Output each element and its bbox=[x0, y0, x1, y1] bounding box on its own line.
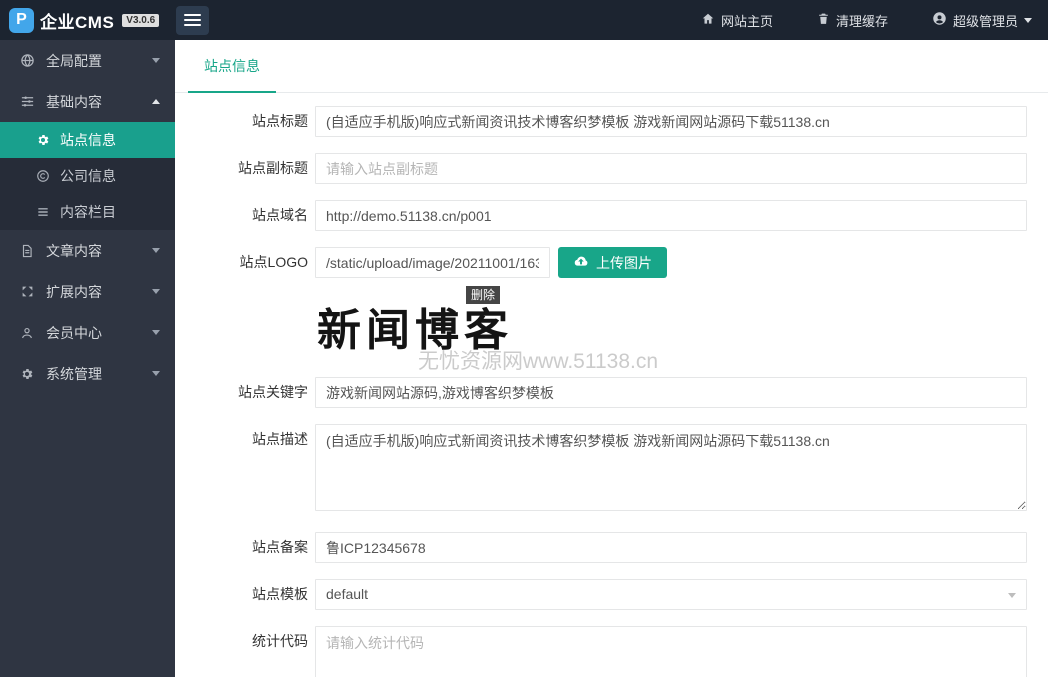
sidebar-item-site-info[interactable]: 站点信息 bbox=[0, 122, 175, 158]
gear-icon bbox=[19, 367, 35, 381]
site-logo-path-input[interactable] bbox=[315, 247, 550, 278]
sidebar-item-member-center[interactable]: 会员中心 bbox=[0, 312, 175, 353]
sliders-icon bbox=[19, 94, 35, 109]
form-row-site-domain: 站点域名 bbox=[175, 200, 1048, 231]
sidebar-submenu: 站点信息 公司信息 内容栏目 bbox=[0, 122, 175, 230]
chevron-down-icon bbox=[1008, 593, 1016, 598]
sidebar-item-basic-content[interactable]: 基础内容 bbox=[0, 81, 175, 122]
field-label: 站点域名 bbox=[252, 207, 308, 223]
form-row-stats-code: 统计代码 bbox=[175, 626, 1048, 677]
sidebar: 全局配置 基础内容 站点信息 公司信息 内容栏目 文章内容 扩展内容 会员中心 … bbox=[0, 40, 175, 677]
brand-name: 企业CMS bbox=[40, 12, 115, 32]
sidebar-item-label: 内容栏目 bbox=[60, 204, 116, 220]
sidebar-item-label: 会员中心 bbox=[46, 324, 102, 341]
field-label: 站点标题 bbox=[252, 113, 308, 129]
home-icon bbox=[701, 12, 715, 29]
form-row-site-title: 站点标题 bbox=[175, 106, 1048, 137]
sidebar-item-label: 站点信息 bbox=[60, 132, 116, 148]
chevron-down-icon bbox=[1024, 17, 1032, 23]
site-info-form: 站点标题 站点副标题 站点域名 站点LOGO bbox=[175, 93, 1048, 677]
site-logo-preview: 删除 新闻博客 无忧资源网www.51138.cn bbox=[315, 284, 835, 373]
site-description-textarea[interactable]: (自适应手机版)响应式新闻资讯技术博客织梦模板 游戏新闻网站源码下载51138.… bbox=[315, 424, 1027, 511]
globe-icon bbox=[19, 53, 35, 68]
admin-label: 超级管理员 bbox=[952, 13, 1018, 29]
cloud-upload-icon bbox=[573, 253, 589, 272]
list-icon bbox=[35, 205, 50, 219]
pbootcms-logo-icon: P bbox=[9, 7, 34, 33]
form-row-site-icp: 站点备案 bbox=[175, 532, 1048, 563]
form-row-site-description: 站点描述 (自适应手机版)响应式新闻资讯技术博客织梦模板 游戏新闻网站源码下载5… bbox=[175, 424, 1048, 516]
topbar: P 企业CMS V3.0.6 网站主页 清理缓存 超级管理员 bbox=[0, 0, 1048, 40]
tab-bar: 站点信息 bbox=[175, 40, 1048, 93]
field-label: 站点LOGO bbox=[239, 254, 308, 270]
logo-watermark-text: 无忧资源网www.51138.cn bbox=[418, 350, 659, 373]
upload-image-label: 上传图片 bbox=[596, 254, 652, 271]
sidebar-item-system-management[interactable]: 系统管理 bbox=[0, 353, 175, 394]
sidebar-item-label: 基础内容 bbox=[46, 93, 102, 110]
site-template-select[interactable]: default bbox=[315, 579, 1027, 610]
field-label: 站点关键字 bbox=[238, 384, 308, 400]
brand[interactable]: P 企业CMS V3.0.6 bbox=[0, 7, 172, 33]
version-badge: V3.0.6 bbox=[122, 13, 160, 27]
chevron-down-icon bbox=[152, 248, 160, 253]
gear-icon bbox=[35, 133, 50, 147]
site-home-label: 网站主页 bbox=[720, 13, 773, 29]
form-row-site-keywords: 站点关键字 bbox=[175, 377, 1048, 408]
admin-dropdown[interactable]: 超级管理员 bbox=[932, 11, 1032, 30]
document-icon bbox=[19, 244, 35, 258]
expand-icon bbox=[19, 285, 35, 298]
delete-logo-button[interactable]: 删除 bbox=[466, 286, 501, 304]
sidebar-item-content-columns[interactable]: 内容栏目 bbox=[0, 194, 175, 230]
sidebar-item-extended-content[interactable]: 扩展内容 bbox=[0, 271, 175, 312]
sidebar-item-article-content[interactable]: 文章内容 bbox=[0, 230, 175, 271]
selected-template-value: default bbox=[326, 586, 369, 602]
site-icp-input[interactable] bbox=[315, 532, 1027, 563]
site-subtitle-input[interactable] bbox=[315, 153, 1027, 184]
clear-cache-label: 清理缓存 bbox=[835, 13, 888, 29]
site-domain-input[interactable] bbox=[315, 200, 1027, 231]
sidebar-toggle-button[interactable] bbox=[176, 5, 209, 35]
clear-cache-link[interactable]: 清理缓存 bbox=[817, 11, 888, 30]
field-label: 站点副标题 bbox=[238, 160, 308, 176]
sidebar-item-label: 扩展内容 bbox=[46, 283, 102, 300]
sidebar-item-label: 公司信息 bbox=[60, 168, 116, 184]
sidebar-item-label: 文章内容 bbox=[46, 242, 102, 259]
tab-site-info[interactable]: 站点信息 bbox=[188, 56, 276, 93]
topbar-menu: 网站主页 清理缓存 超级管理员 bbox=[701, 11, 1048, 30]
main-content: 站点信息 站点标题 站点副标题 站点域名 bbox=[175, 40, 1048, 677]
site-keywords-input[interactable] bbox=[315, 377, 1027, 408]
sidebar-item-label: 全局配置 bbox=[46, 52, 102, 69]
form-row-site-logo: 站点LOGO 上传图片 bbox=[175, 247, 1048, 278]
site-home-link[interactable]: 网站主页 bbox=[701, 11, 773, 30]
site-title-input[interactable] bbox=[315, 106, 1027, 137]
field-label: 统计代码 bbox=[252, 633, 308, 649]
chevron-down-icon bbox=[152, 330, 160, 335]
user-circle-icon bbox=[932, 11, 947, 29]
chevron-down-icon bbox=[152, 58, 160, 63]
field-label: 站点描述 bbox=[252, 431, 308, 447]
field-label: 站点模板 bbox=[252, 586, 308, 602]
form-row-site-subtitle: 站点副标题 bbox=[175, 153, 1048, 184]
sidebar-item-label: 系统管理 bbox=[46, 365, 102, 382]
upload-image-button[interactable]: 上传图片 bbox=[558, 247, 667, 278]
sidebar-item-global-config[interactable]: 全局配置 bbox=[0, 40, 175, 81]
trash-icon bbox=[817, 12, 830, 28]
stats-code-textarea[interactable] bbox=[315, 626, 1027, 677]
sidebar-item-company-info[interactable]: 公司信息 bbox=[0, 158, 175, 194]
chevron-up-icon bbox=[152, 99, 160, 104]
copyright-icon bbox=[35, 169, 50, 183]
field-label: 站点备案 bbox=[252, 539, 308, 555]
chevron-down-icon bbox=[152, 289, 160, 294]
form-row-site-template: 站点模板 default bbox=[175, 579, 1048, 610]
chevron-down-icon bbox=[152, 371, 160, 376]
user-icon bbox=[19, 326, 35, 340]
